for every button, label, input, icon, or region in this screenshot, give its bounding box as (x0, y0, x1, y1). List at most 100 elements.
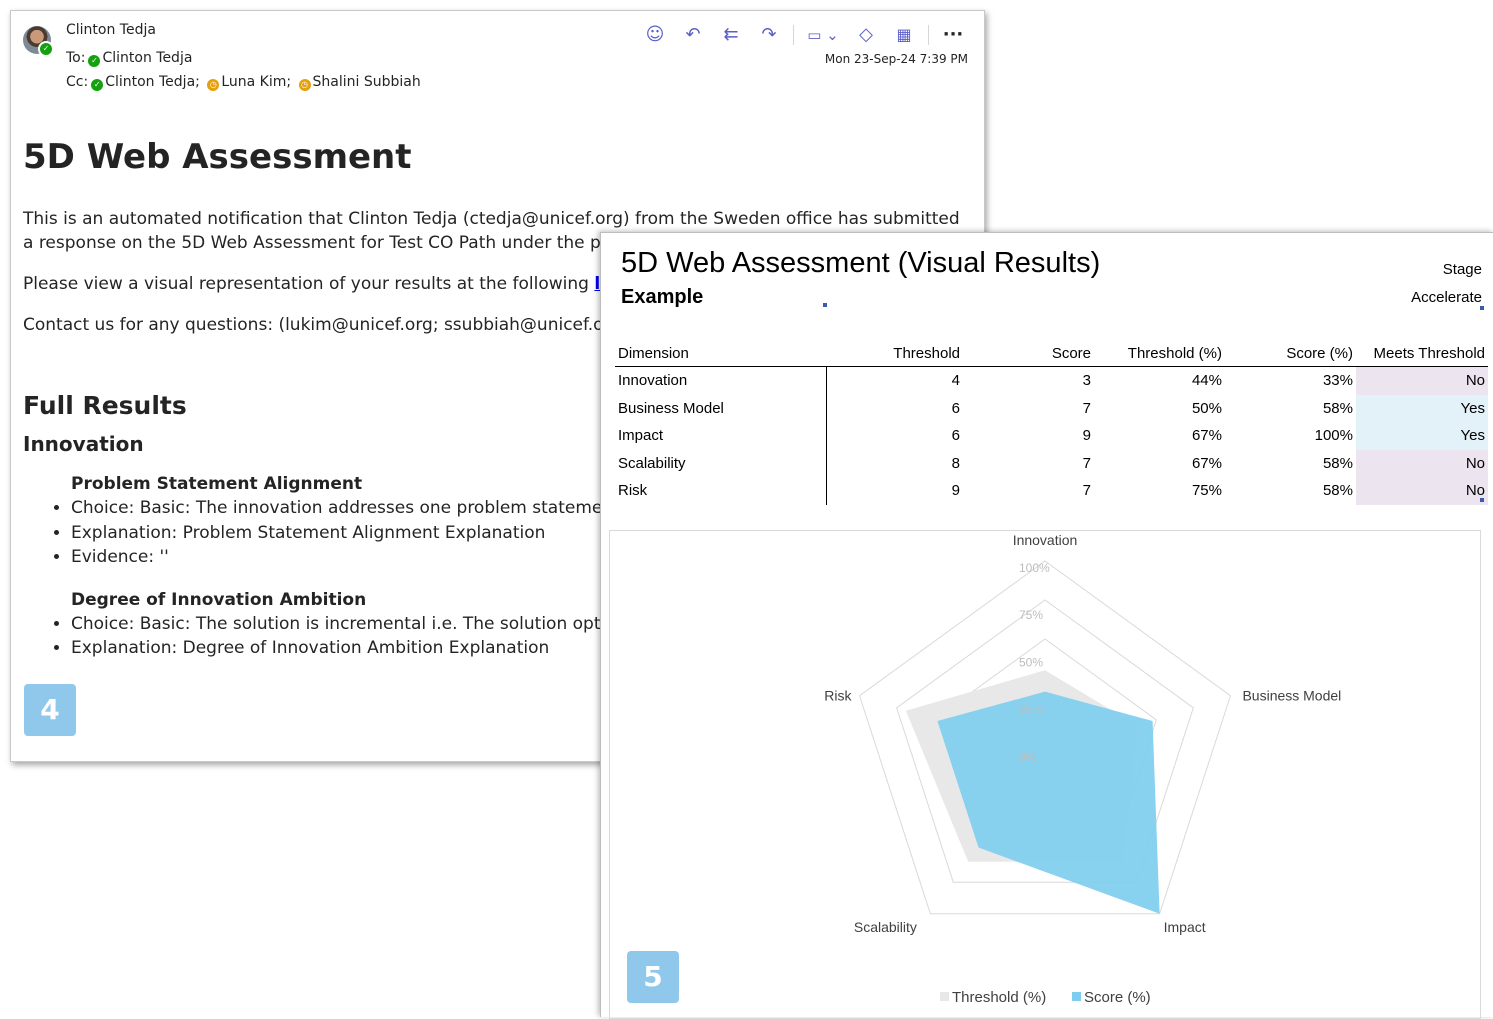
cc-recipient[interactable]: Shalini Subbiah (313, 74, 421, 90)
table-cell: Business Model (615, 394, 827, 422)
table-cell: 8 (951, 454, 960, 472)
toolbar-divider (793, 25, 794, 45)
table-cell: 50% (1191, 399, 1222, 417)
table-cell: 58% (1322, 454, 1353, 472)
message-date: Mon 23-Sep-24 7:39 PM (824, 52, 968, 66)
forward-icon[interactable]: ↷ (752, 23, 786, 47)
column-header: Meets Threshold (1356, 340, 1488, 367)
results-title: 5D Web Assessment (Visual Results) (621, 247, 1101, 279)
table-cell: No (1356, 449, 1488, 477)
presence-away-icon: ◷ (207, 79, 220, 91)
tick-label: 75% (1019, 608, 1043, 622)
selection-handle (823, 303, 827, 307)
loop-icon[interactable]: ◇ (849, 23, 883, 47)
table-row: Risk 9 7 75% 58% No (615, 477, 1488, 505)
table-cell: Yes (1356, 394, 1488, 422)
message-toolbar: ☺ ↶ ⇇ ↷ ▭ ⌄ ◇ ▦ ··· (638, 23, 970, 47)
axis-label: Risk (824, 688, 852, 704)
table-cell: No (1356, 477, 1488, 505)
results-table: Dimension Threshold Score Threshold (%) … (615, 340, 1488, 505)
table-cell: 44% (1191, 372, 1222, 390)
selection-handle (1480, 306, 1484, 310)
table-row: Innovation 4 3 44% 33% No (615, 366, 1488, 395)
table-cell: Risk (615, 477, 827, 505)
toolbar-divider (928, 25, 929, 45)
table-cell: 58% (1322, 399, 1353, 417)
legend-label: Score (%) (1084, 989, 1151, 1006)
radar-chart-svg: 0% 25% 50% 75% 100% Innovation Business Model I… (824, 532, 1341, 1006)
cc-line: Cc: ✓ Clinton Tedja; ◷ Luna Kim; ◷ Shalini S… (66, 74, 421, 91)
column-header: Score (963, 340, 1094, 367)
table-cell: 33% (1322, 372, 1353, 390)
step-badge: 4 (24, 684, 76, 736)
presence-available-icon: ✓ (38, 41, 54, 57)
table-cell: 58% (1322, 482, 1353, 500)
table-cell: Scalability (615, 449, 827, 477)
column-header: Threshold (826, 340, 963, 367)
avatar[interactable]: ✓ (23, 26, 54, 57)
tick-label: 100% (1019, 561, 1050, 575)
tick-label: 0% (1019, 750, 1037, 764)
table-cell: 7 (1082, 454, 1091, 472)
table-cell: 75% (1191, 482, 1222, 500)
results-panel: 5D Web Assessment (Visual Results) Examp… (600, 232, 1493, 1019)
table-cell: 3 (1082, 372, 1091, 390)
table-cell: No (1356, 366, 1488, 395)
sender-name[interactable]: Clinton Tedja (66, 22, 156, 38)
stage-value: Accelerate (1411, 289, 1482, 306)
step-badge: 5 (627, 951, 679, 1003)
selection-handle (1480, 498, 1484, 502)
more-icon[interactable]: ··· (936, 23, 970, 47)
table-cell: Impact (615, 422, 827, 450)
table-row: Scalability 8 7 67% 58% No (615, 449, 1488, 477)
legend-label: Threshold (%) (952, 989, 1046, 1006)
to-label: To: (66, 50, 86, 66)
to-line: To: ✓ Clinton Tedja (66, 50, 192, 67)
axis-label: Scalability (854, 919, 917, 935)
email-header: ✓ Clinton Tedja To: ✓ Clinton Tedja Cc: ✓ Cl… (11, 11, 984, 111)
apps-icon[interactable]: ▭ ⌄ (801, 23, 845, 47)
score-series-area (937, 691, 1160, 914)
radar-chart[interactable]: 0% 25% 50% 75% 100% Innovation Business Model I… (609, 530, 1481, 1019)
table-cell: 9 (951, 482, 960, 500)
tick-label: 25% (1019, 703, 1043, 717)
reply-icon[interactable]: ↶ (676, 23, 710, 47)
reply-all-icon[interactable]: ⇇ (714, 23, 748, 47)
legend-swatch (1072, 992, 1081, 1001)
table-cell: 67% (1191, 454, 1222, 472)
table-cell: 67% (1191, 427, 1222, 445)
paragraph-text: Please view a visual representation of y… (23, 274, 589, 294)
axis-label: Impact (1164, 919, 1206, 935)
grid-icon[interactable]: ▦ (887, 23, 921, 47)
smile-icon[interactable]: ☺ (638, 23, 672, 47)
table-cell: 100% (1314, 427, 1353, 445)
table-cell: 6 (951, 427, 960, 445)
presence-away-icon: ◷ (298, 79, 311, 91)
table-row: Business Model 6 7 50% 58% Yes (615, 394, 1488, 422)
presence-available-icon: ✓ (88, 55, 101, 67)
column-header: Threshold (%) (1094, 340, 1225, 367)
table-cell: 7 (1082, 482, 1091, 500)
table-cell: Yes (1356, 422, 1488, 450)
tick-label: 50% (1019, 655, 1043, 669)
table-row: Impact 6 9 67% 100% Yes (615, 422, 1488, 450)
axis-label: Innovation (1013, 532, 1078, 548)
stage-label: Stage (1442, 261, 1482, 278)
table-cell: 4 (951, 372, 960, 390)
table-cell: 6 (951, 399, 960, 417)
cc-recipient[interactable]: Clinton Tedja; (105, 74, 200, 90)
axis-label: Business Model (1242, 688, 1341, 704)
table-header-row: Dimension Threshold Score Threshold (%) … (615, 340, 1488, 367)
table-cell: 9 (1082, 427, 1091, 445)
column-header: Score (%) (1225, 340, 1356, 367)
legend-swatch (940, 992, 949, 1001)
results-subtitle: Example (621, 286, 704, 308)
to-recipient[interactable]: Clinton Tedja (102, 50, 192, 66)
cc-recipient[interactable]: Luna Kim; (221, 74, 291, 90)
table-cell: 7 (1082, 399, 1091, 417)
table-cell: Innovation (615, 366, 827, 395)
cc-label: Cc: (66, 74, 89, 90)
presence-available-icon: ✓ (91, 79, 104, 91)
email-title: 5D Web Assessment (23, 137, 412, 177)
column-header: Dimension (615, 340, 827, 367)
